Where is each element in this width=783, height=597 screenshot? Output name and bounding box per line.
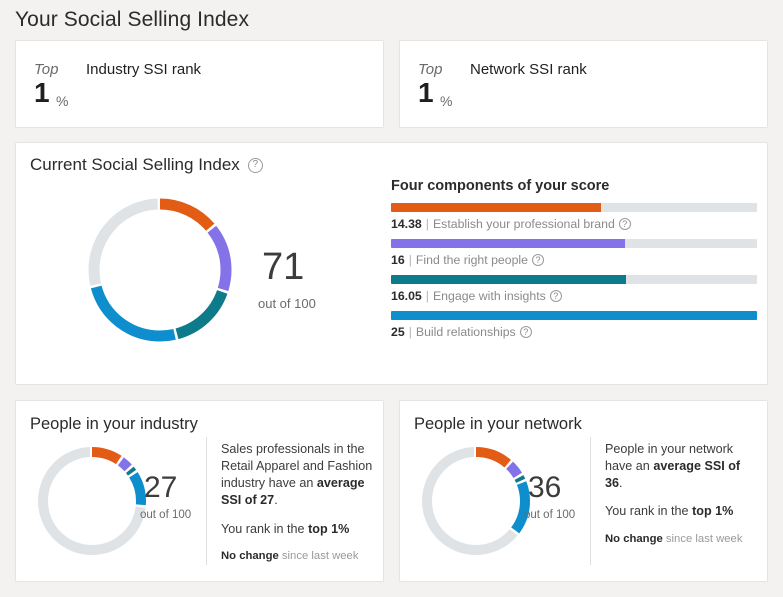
component-label-row: 25 | Build relationships? bbox=[391, 325, 761, 339]
components-list: 14.38 | Establish your professional brand?… bbox=[391, 203, 761, 347]
question-circle-icon[interactable]: ? bbox=[248, 158, 263, 173]
component-separator: | bbox=[426, 289, 429, 303]
industry-donut-svg bbox=[32, 441, 152, 561]
components-title: Four components of your score bbox=[391, 178, 609, 194]
component-bar-fill bbox=[391, 203, 601, 212]
card-title: Current Social Selling Index bbox=[30, 155, 240, 175]
question-circle-icon[interactable]: ? bbox=[550, 290, 562, 302]
network-description: People in your network have an average S… bbox=[605, 441, 757, 547]
component-value: 14.38 bbox=[391, 217, 422, 231]
industry-score-outof: out of 100 bbox=[140, 509, 191, 521]
network-avg-line: People in your network have an average S… bbox=[605, 441, 757, 492]
component-name: Engage with insights bbox=[433, 289, 546, 303]
component-value: 16.05 bbox=[391, 289, 422, 303]
component-separator: | bbox=[409, 253, 412, 267]
industry-description: Sales professionals in the Retail Appare… bbox=[221, 441, 373, 564]
people-in-industry-card: People in your industry 27 out of 100 Sa… bbox=[15, 400, 384, 582]
network-rank-line: You rank in the top 1% bbox=[605, 503, 757, 520]
card-header: Current Social Selling Index ? bbox=[30, 155, 263, 175]
network-rank-card: Top 1 % Network SSI rank bbox=[399, 40, 768, 128]
question-circle-icon[interactable]: ? bbox=[619, 218, 631, 230]
card-divider bbox=[590, 437, 591, 565]
component-label-row: 14.38 | Establish your professional brand? bbox=[391, 217, 761, 231]
component-value: 25 bbox=[391, 325, 405, 339]
industry-donut-chart bbox=[32, 441, 152, 566]
ssi-score-value: 71 bbox=[262, 248, 304, 286]
component-bar-fill bbox=[391, 275, 626, 284]
component-separator: | bbox=[409, 325, 412, 339]
industry-rank-line: You rank in the top 1% bbox=[221, 521, 373, 538]
component-bar-fill bbox=[391, 239, 625, 248]
rank-card-label: Network SSI rank bbox=[470, 61, 587, 78]
component-label-row: 16.05 | Engage with insights? bbox=[391, 289, 761, 303]
component-row: 25 | Build relationships? bbox=[391, 311, 761, 339]
rank-percent-sign: % bbox=[440, 93, 452, 109]
page-title: Your Social Selling Index bbox=[15, 8, 249, 32]
component-value: 16 bbox=[391, 253, 405, 267]
component-separator: | bbox=[426, 217, 429, 231]
industry-avg-line: Sales professionals in the Retail Appare… bbox=[221, 441, 373, 510]
rank-value: 1 bbox=[34, 79, 50, 107]
ssi-donut-chart bbox=[80, 190, 240, 355]
rank-top-label: Top bbox=[418, 61, 442, 78]
component-name: Find the right people bbox=[416, 253, 528, 267]
people-in-network-card: People in your network 36 out of 100 Peo… bbox=[399, 400, 768, 582]
rank-card-label: Industry SSI rank bbox=[86, 61, 201, 78]
question-circle-icon[interactable]: ? bbox=[532, 254, 544, 266]
network-score-outof: out of 100 bbox=[524, 509, 575, 521]
network-donut-svg bbox=[416, 441, 536, 561]
question-circle-icon[interactable]: ? bbox=[520, 326, 532, 338]
ssi-score-outof: out of 100 bbox=[258, 296, 316, 311]
component-row: 14.38 | Establish your professional brand? bbox=[391, 203, 761, 231]
card-title: People in your industry bbox=[30, 415, 198, 434]
industry-rank-card: Top 1 % Industry SSI rank bbox=[15, 40, 384, 128]
ssi-donut-svg bbox=[80, 190, 240, 350]
industry-score-value: 27 bbox=[144, 473, 177, 503]
rank-top-label: Top bbox=[34, 61, 58, 78]
component-name: Establish your professional brand bbox=[433, 217, 615, 231]
component-bar-track bbox=[391, 311, 757, 320]
industry-change-note: No change since last week bbox=[221, 549, 373, 564]
component-bar-track bbox=[391, 275, 757, 284]
rank-value: 1 bbox=[418, 79, 434, 107]
component-bar-fill bbox=[391, 311, 757, 320]
network-donut-chart bbox=[416, 441, 536, 566]
network-score-value: 36 bbox=[528, 473, 561, 503]
component-row: 16.05 | Engage with insights? bbox=[391, 275, 761, 303]
component-bar-track bbox=[391, 203, 757, 212]
component-bar-track bbox=[391, 239, 757, 248]
rank-percent-sign: % bbox=[56, 93, 68, 109]
card-divider bbox=[206, 437, 207, 565]
component-label-row: 16 | Find the right people? bbox=[391, 253, 761, 267]
component-row: 16 | Find the right people? bbox=[391, 239, 761, 267]
component-name: Build relationships bbox=[416, 325, 516, 339]
network-change-note: No change since last week bbox=[605, 532, 757, 547]
card-title: People in your network bbox=[414, 415, 582, 434]
ssi-dashboard: Your Social Selling Index Top 1 % Indust… bbox=[0, 0, 783, 597]
